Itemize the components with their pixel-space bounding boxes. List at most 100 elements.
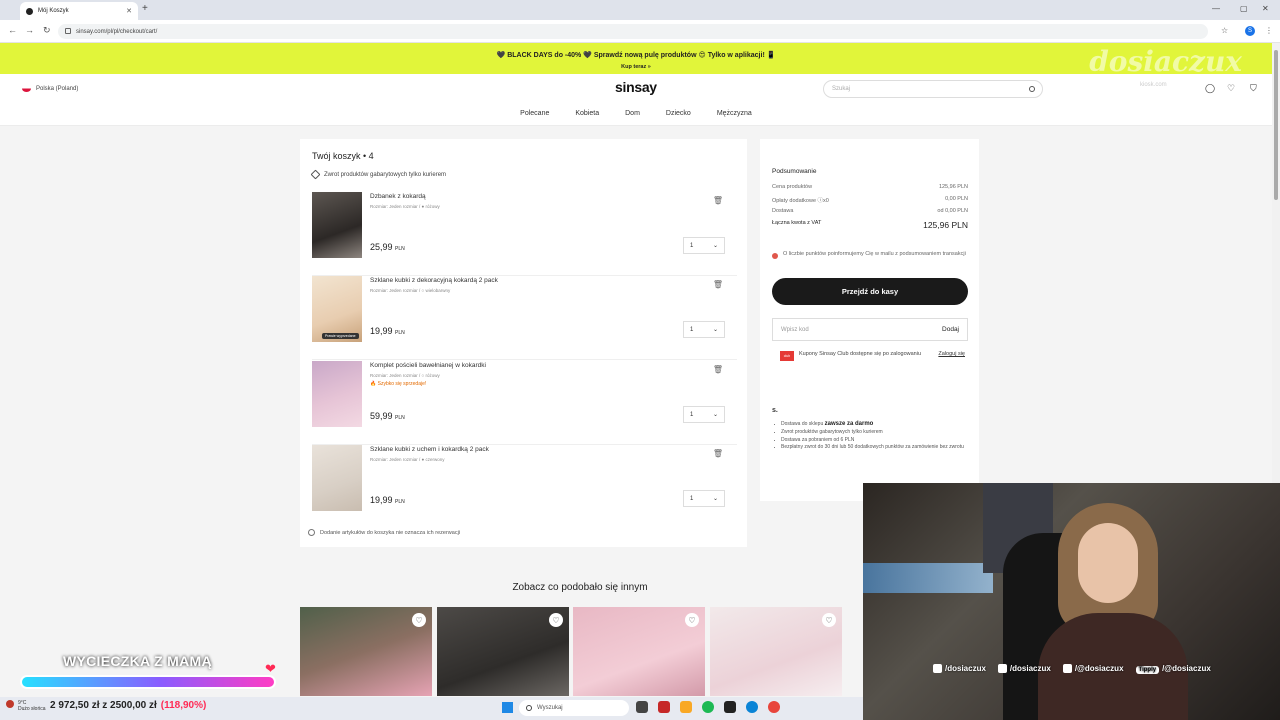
new-tab-button[interactable]: + xyxy=(142,3,148,14)
goal-amount: 2 972,50 zł z 2500,00 zł (118,90%) xyxy=(50,700,207,711)
item-name[interactable]: Dzbanek z kokardą xyxy=(370,193,426,200)
youtube-icon xyxy=(1062,664,1072,674)
spotify-icon[interactable] xyxy=(702,701,714,713)
order-summary: Podsumowanie Cena produktów 125,96 PLN Op… xyxy=(760,139,979,501)
reload-icon[interactable]: ↻ xyxy=(43,25,51,36)
menu-icon[interactable]: ⋮ xyxy=(1265,26,1273,35)
social-handles: /dosiaczux /dosiaczux /@dosiaczux Tipply… xyxy=(933,664,1211,674)
country-label: Polska (Poland) xyxy=(36,85,79,92)
info-icon xyxy=(308,529,315,536)
search-icon[interactable] xyxy=(1029,86,1035,92)
file-explorer-icon[interactable] xyxy=(680,701,692,713)
product-image-bedding[interactable] xyxy=(312,361,362,427)
kiosk-watermark: kiosk.com xyxy=(1140,82,1167,88)
trash-icon[interactable]: 🗑 xyxy=(713,280,723,289)
tiktok-icon xyxy=(997,664,1007,674)
cart-note-text: Zwrot produktów gabarytowych tylko kurie… xyxy=(324,171,447,178)
summary-row: Opłaty dodatkowe ⓘx0 0,00 PLN xyxy=(772,196,968,204)
summary-title: Podsumowanie xyxy=(772,168,817,175)
promo-code-input[interactable]: Wpisz kod Dodaj xyxy=(772,318,968,341)
item-name[interactable]: Szklane kubki z uchem i kokardką 2 pack xyxy=(370,446,489,453)
sinsay-logo[interactable]: sinsay xyxy=(615,79,657,95)
trash-icon[interactable]: 🗑 xyxy=(713,365,723,374)
summary-row: Dostawa od 0,00 PLN xyxy=(772,208,968,214)
weather-icon xyxy=(6,700,14,708)
app-icon[interactable] xyxy=(724,701,736,713)
wishlist-heart-icon[interactable]: ♡ xyxy=(549,613,563,627)
nav-item-dziecko[interactable]: Dziecko xyxy=(666,110,691,117)
login-link[interactable]: Zaloguj się xyxy=(938,351,965,361)
tab-close-icon[interactable]: ✕ xyxy=(126,7,132,15)
search-input[interactable]: Szukaj xyxy=(823,80,1043,98)
reco-card[interactable]: ♡ xyxy=(300,607,432,696)
chevron-down-icon: ⌄ xyxy=(712,327,718,333)
reco-card[interactable]: ♡ xyxy=(573,607,705,696)
bookmark-star-icon[interactable]: ☆ xyxy=(1221,26,1228,35)
points-info-icon xyxy=(772,253,778,259)
wishlist-heart-icon[interactable]: ♡ xyxy=(822,613,836,627)
url-field[interactable]: sinsay.com/pl/pl/checkout/cart/ xyxy=(58,24,1208,39)
scrollbar-thumb[interactable] xyxy=(1274,50,1278,200)
item-meta: Rozmiar: Jeden rozmiar / ● różowy xyxy=(370,204,440,209)
youtube-handle: /@dosiaczux xyxy=(1062,664,1124,674)
reco-card[interactable]: ♡ xyxy=(437,607,569,696)
nav-item-polecane[interactable]: Polecane xyxy=(520,110,549,117)
trash-icon[interactable]: 🗑 xyxy=(713,449,723,458)
wishlist-icon[interactable]: ♡ xyxy=(1227,83,1235,94)
maximize-icon[interactable]: ▢ xyxy=(1240,4,1248,13)
site-info-icon[interactable] xyxy=(65,28,71,34)
chevron-down-icon: ⌄ xyxy=(712,412,718,418)
task-view-icon[interactable] xyxy=(636,701,648,713)
cart-panel: Twój koszyk • 4 Zwrot produktów gabaryto… xyxy=(300,139,747,547)
nav-item-dom[interactable]: Dom xyxy=(625,110,640,117)
wishlist-heart-icon[interactable]: ♡ xyxy=(412,613,426,627)
item-name[interactable]: Komplet pościeli bawełnianej w kokardki xyxy=(370,362,486,369)
instagram-handle: /dosiaczux xyxy=(933,664,986,674)
extension-icon[interactable]: S xyxy=(1245,26,1255,36)
item-price: 19,99 PLN xyxy=(370,326,405,336)
weather-widget[interactable]: 9°C Dużo słońca xyxy=(6,700,46,712)
tiktok-handle: /dosiaczux xyxy=(997,664,1051,674)
promo-banner[interactable]: 🖤 BLACK DAYS do -40% 🖤 Sprawdź nową pulę… xyxy=(0,43,1272,78)
edge-icon[interactable] xyxy=(746,701,758,713)
trash-icon[interactable]: 🗑 xyxy=(713,196,723,205)
wishlist-heart-icon[interactable]: ♡ xyxy=(685,613,699,627)
country-selector[interactable]: Polska (Poland) xyxy=(22,85,78,92)
chevron-down-icon: ⌄ xyxy=(712,243,718,249)
perks-list: Dostawa do sklepu zawsze za darmo Zwrot … xyxy=(774,420,969,452)
add-code-button[interactable]: Dodaj xyxy=(942,326,959,333)
selling-fast-label: 🔥 Szybko się sprzedaje! xyxy=(370,381,427,387)
product-image-mugs-bow[interactable] xyxy=(312,445,362,511)
promo-text: 🖤 BLACK DAYS do -40% 🖤 Sprawdź nową pulę… xyxy=(496,52,776,59)
quantity-select[interactable]: 1 ⌄ xyxy=(683,321,725,338)
nav-item-kobieta[interactable]: Kobieta xyxy=(575,110,599,117)
item-name[interactable]: Szklane kubki z dekoracyjną kokardą 2 pa… xyxy=(370,277,498,284)
reco-card[interactable]: ♡ xyxy=(710,607,842,696)
close-window-icon[interactable]: ✕ xyxy=(1262,4,1269,13)
perk-item: Dostawa za pobraniem od 6 PLN xyxy=(774,437,969,445)
checkout-button[interactable]: Przejdź do kasy xyxy=(772,278,968,305)
promo-link[interactable]: Kup teraz » xyxy=(0,64,1272,70)
chrome-icon[interactable] xyxy=(768,701,780,713)
windows-start-icon[interactable] xyxy=(502,702,513,713)
minimize-icon[interactable]: — xyxy=(1212,4,1220,13)
product-image-glass-cups[interactable]: Prawie wyprzedane xyxy=(312,276,362,342)
quantity-select[interactable]: 1 ⌄ xyxy=(683,406,725,423)
app-icon[interactable] xyxy=(658,701,670,713)
taskbar-search[interactable]: Wyszukaj xyxy=(519,700,629,716)
browser-tab[interactable]: Mój Koszyk ✕ xyxy=(20,2,138,20)
quantity-select[interactable]: 1 ⌄ xyxy=(683,490,725,507)
club-logo: club xyxy=(780,351,794,361)
back-icon[interactable]: ← xyxy=(8,25,17,35)
item-price: 25,99 PLN xyxy=(370,242,405,252)
cart-item: Dzbanek z kokardą Rozmiar: Jeden rozmiar… xyxy=(312,192,737,276)
site-header: Polska (Poland) sinsay Szukaj kiosk.com … xyxy=(0,74,1272,126)
chevron-down-icon: ⌄ xyxy=(712,496,718,502)
quantity-select[interactable]: 1 ⌄ xyxy=(683,237,725,254)
product-image-jug[interactable] xyxy=(312,192,362,258)
nav-item-mezczyzna[interactable]: Mężczyzna xyxy=(717,110,752,117)
account-icon[interactable]: ◯ xyxy=(1205,83,1215,94)
item-price: 19,99 PLN xyxy=(370,495,405,505)
forward-icon[interactable]: → xyxy=(25,25,34,35)
cart-icon[interactable]: ⛉ xyxy=(1250,83,1257,94)
